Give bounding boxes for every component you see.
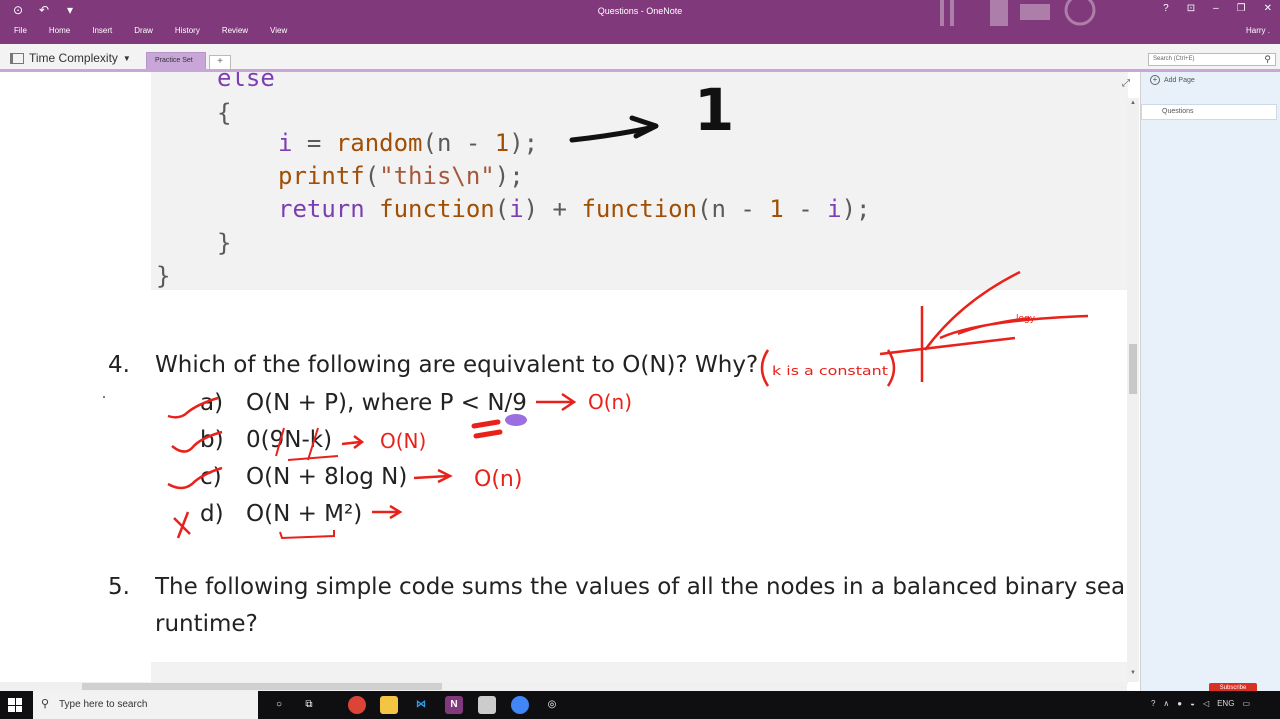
restore-button[interactable]: ❐ [1237, 3, 1246, 14]
dot-ink [103, 396, 105, 398]
menu-insert[interactable]: Insert [92, 26, 112, 35]
search-icon: ⚲ [41, 698, 50, 710]
menu-file[interactable]: File [14, 26, 27, 35]
obs-icon[interactable]: ◎ [543, 696, 561, 714]
menu-view[interactable]: View [270, 26, 287, 35]
tab-practice-set[interactable]: Practice Set [146, 52, 206, 69]
taskbar-search-placeholder: Type here to search [59, 699, 148, 710]
menu-draw[interactable]: Draw [134, 26, 153, 35]
k-constant-ink: k is a constant [772, 364, 888, 378]
scroll-thumb[interactable] [1129, 344, 1137, 394]
strike-9-ink [275, 427, 285, 457]
notification-icon[interactable]: ▭ [1242, 699, 1250, 708]
add-page-button[interactable]: + Add Page [1150, 75, 1195, 85]
app-icon[interactable] [478, 696, 496, 714]
chevron-down-icon: ▼ [122, 53, 131, 63]
title-bar: ⊙ ↶ ▾ Questions - OneNote File Home Inse… [0, 0, 1280, 44]
onenote-icon[interactable]: N [445, 696, 463, 714]
mic-icon[interactable]: ● [1177, 699, 1182, 708]
strike-k-ink [307, 427, 319, 461]
check-c-ink [167, 466, 223, 490]
help-tray-icon[interactable]: ? [1151, 699, 1155, 708]
notebook-name: Time Complexity [29, 51, 118, 65]
paren-left-ink [760, 349, 770, 387]
paren-right-ink [886, 349, 896, 387]
ribbon-display-icon[interactable]: ⊡ [1187, 3, 1195, 14]
notebook-selector[interactable]: Time Complexity ▼ [10, 51, 131, 65]
ink-layer: 1 logy k is a constant O(n) O(N) O(n) [103, 76, 1089, 540]
section-tab-bar: Time Complexity ▼ Practice Set + Search … [0, 44, 1280, 72]
arrow-c-ink [413, 468, 453, 484]
minimize-button[interactable]: – [1213, 3, 1219, 14]
page-list-panel: + Add Page Questions [1140, 72, 1280, 691]
chevron-up-icon[interactable]: ∧ [1163, 699, 1169, 708]
scroll-down-icon[interactable]: ▼ [1128, 670, 1138, 678]
task-view-icon[interactable]: ⧉ [300, 696, 318, 714]
network-icon[interactable]: ◒ [1190, 699, 1195, 708]
volume-icon[interactable]: ◁ [1203, 699, 1209, 708]
vertical-scrollbar[interactable]: ▲ ▼ [1127, 98, 1139, 682]
search-input[interactable]: Search (Ctrl+E) ⚲ [1148, 53, 1276, 66]
graph-x-axis-ink [879, 336, 1016, 356]
close-button[interactable]: ✕ [1264, 3, 1272, 14]
chrome-profile-icon[interactable] [511, 696, 529, 714]
h-scroll-thumb[interactable] [82, 683, 442, 690]
check-b-ink [171, 430, 223, 453]
check-a-ink [167, 396, 219, 419]
menu-home[interactable]: Home [49, 26, 70, 35]
menu-review[interactable]: Review [222, 26, 248, 35]
notebook-icon [10, 52, 24, 64]
arrow-d-ink [372, 504, 403, 520]
help-icon[interactable]: ? [1163, 3, 1169, 14]
arrow-a-ink [536, 392, 577, 412]
user-name[interactable]: Harry . [1246, 26, 1270, 35]
purple-dot-ink [505, 414, 527, 426]
page-item-questions[interactable]: Questions [1141, 104, 1277, 120]
taskbar: ⚲ Type here to search ○ ⧉ ⋈ N ◎ ? ∧ ● ◒ … [0, 691, 1280, 719]
menu-history[interactable]: History [175, 26, 200, 35]
windows-start-icon[interactable] [8, 698, 22, 712]
search-icon[interactable]: ⚲ [1264, 54, 1271, 65]
page-canvas[interactable]: else { i = random(n - 1); printf("this\n… [0, 72, 1140, 684]
ribbon-menu: File Home Insert Draw History Review Vie… [14, 26, 309, 35]
cortana-icon[interactable]: ○ [270, 696, 288, 714]
scroll-up-icon[interactable]: ▲ [1128, 100, 1138, 108]
cross-d-ink [173, 511, 191, 539]
underline-b-ink [287, 455, 339, 461]
underline-d-ink [279, 530, 335, 540]
logy-ink: logy [1016, 314, 1036, 324]
add-page-label: Add Page [1164, 76, 1195, 84]
horizontal-scrollbar[interactable] [0, 682, 1127, 691]
search-placeholder: Search (Ctrl+E) [1153, 56, 1195, 62]
chrome-icon[interactable] [348, 696, 366, 714]
one-ink: 1 [694, 76, 734, 144]
window-controls: ? ⊡ – ❐ ✕ [1163, 3, 1272, 14]
taskbar-search[interactable]: ⚲ Type here to search [33, 691, 258, 719]
arrow-b-ink [341, 435, 365, 449]
file-explorer-icon[interactable] [380, 696, 398, 714]
o-n-c-ink: O(n) [474, 467, 522, 492]
vscode-icon[interactable]: ⋈ [412, 696, 430, 714]
o-n-b-ink: O(N) [380, 429, 426, 453]
window-title: Questions - OneNote [597, 6, 683, 16]
system-tray: ? ∧ ● ◒ ◁ ENG ▭ [1151, 699, 1250, 708]
add-section-button[interactable]: + [209, 55, 231, 69]
plus-icon: + [1150, 75, 1160, 85]
o-n-a-ink: O(n) [588, 390, 632, 414]
equals-ink [471, 419, 503, 439]
lang-indicator[interactable]: ENG [1217, 699, 1234, 708]
